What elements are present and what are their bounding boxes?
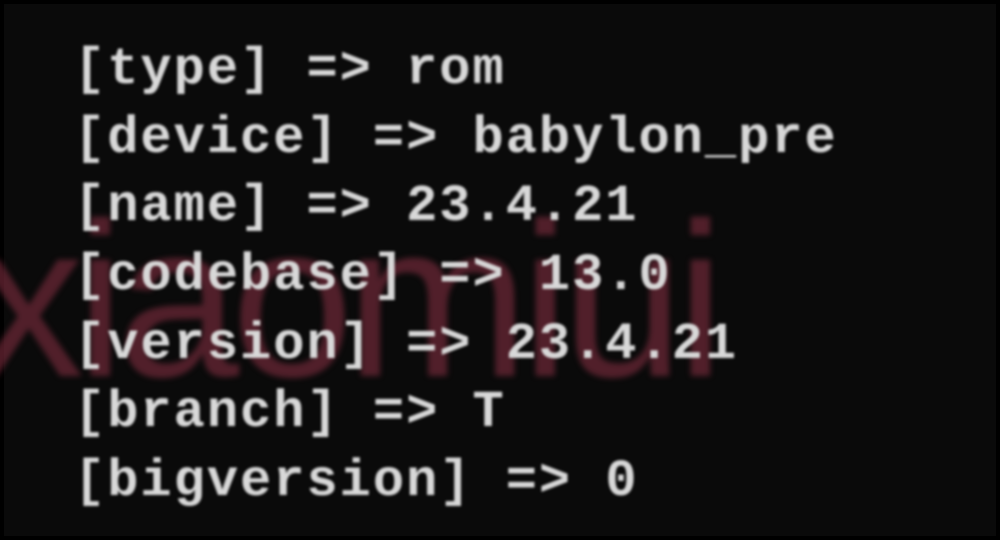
value-codebase: 13.0: [539, 246, 672, 305]
value-name: 23.4.21: [406, 177, 638, 236]
output-line-bigversion: [bigversion] => 0: [74, 448, 838, 517]
output-line-version: [version] => 23.4.21: [74, 311, 838, 380]
value-device: babylon_pre: [472, 109, 837, 168]
output-line-type: [type] => rom: [74, 36, 838, 105]
key-type: type: [107, 40, 240, 99]
value-bigversion: 0: [605, 452, 638, 511]
value-version: 23.4.21: [506, 315, 738, 374]
key-name: name: [107, 177, 240, 236]
value-branch: T: [472, 383, 505, 442]
output-line-device: [device] => babylon_pre: [74, 105, 838, 174]
key-device: device: [107, 109, 306, 168]
output-line-branch: [branch] => T: [74, 379, 838, 448]
value-type: rom: [406, 40, 506, 99]
output-line-name: [name] => 23.4.21: [74, 173, 838, 242]
key-version: version: [107, 315, 339, 374]
key-bigversion: bigversion: [107, 452, 439, 511]
key-branch: branch: [107, 383, 306, 442]
terminal-output: [type] => rom [device] => babylon_pre [n…: [74, 36, 838, 516]
output-line-codebase: [codebase] => 13.0: [74, 242, 838, 311]
key-codebase: codebase: [107, 246, 373, 305]
